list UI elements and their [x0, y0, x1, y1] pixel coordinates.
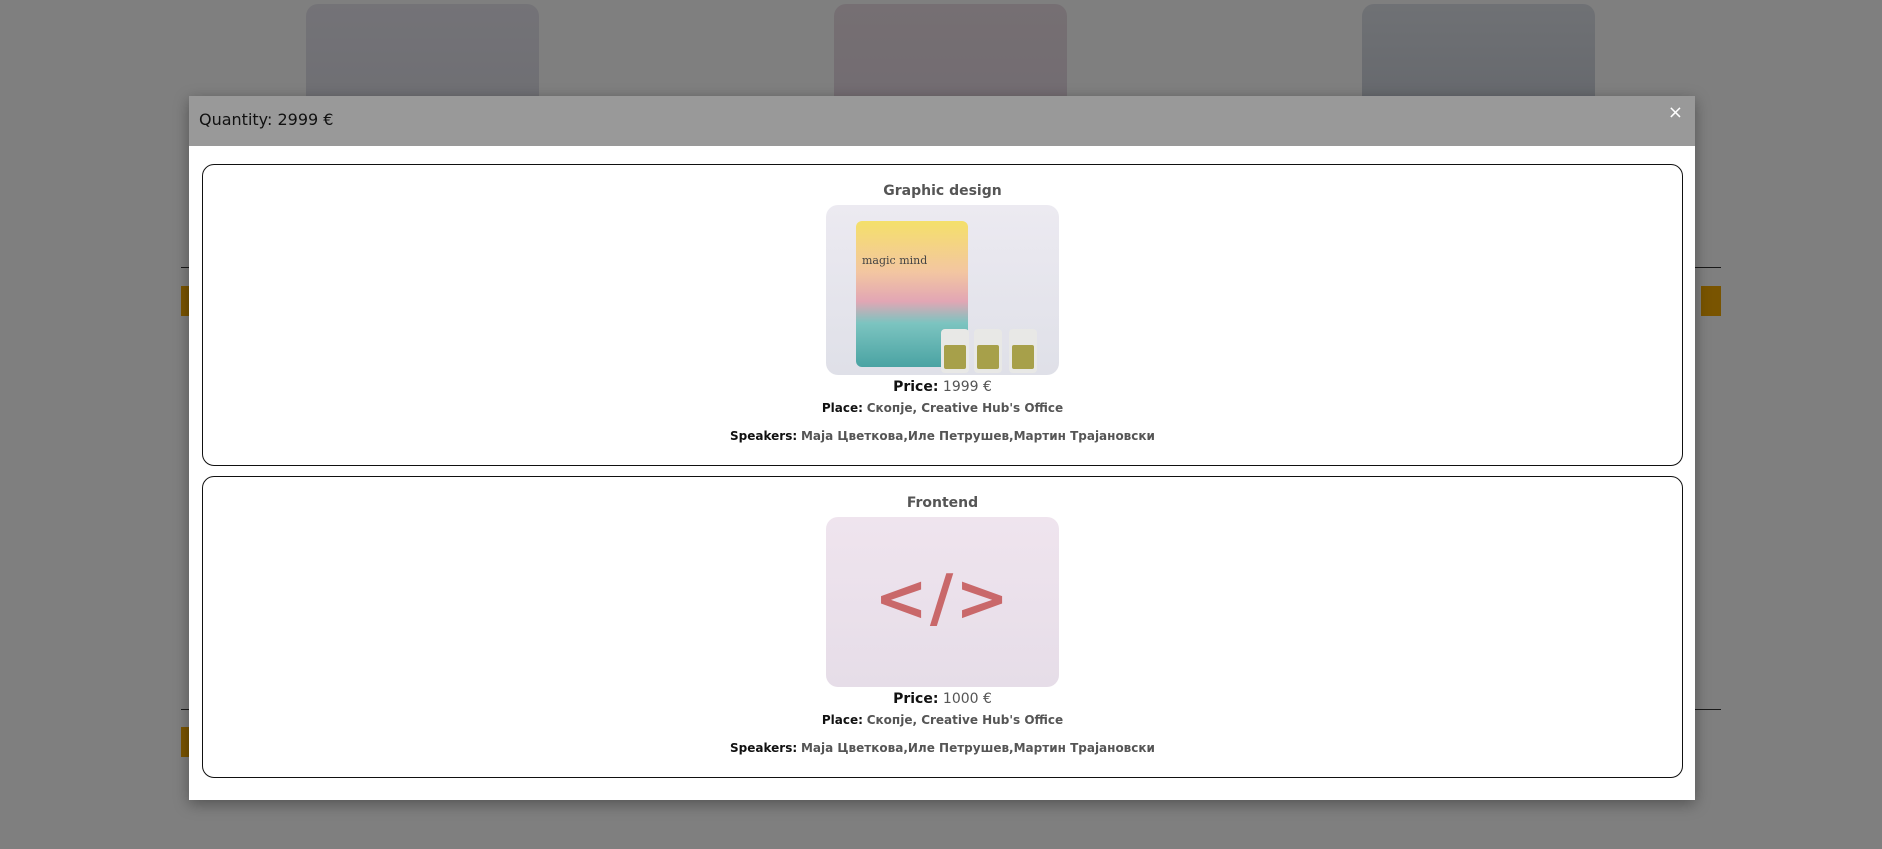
- item-place: Place: Скопје, Creative Hub's Office: [203, 401, 1682, 415]
- item-speakers: Speakers: Маја Цветкова,Иле Петрушев,Мар…: [203, 741, 1682, 755]
- price-label: Price:: [893, 379, 939, 395]
- place-label: Place:: [821, 713, 863, 727]
- speakers-label: Speakers:: [730, 741, 798, 755]
- modal-header: Quantity: 2999 € ×: [189, 96, 1695, 146]
- item-price: Price: 1000 €: [203, 691, 1682, 707]
- close-icon[interactable]: ×: [1668, 104, 1683, 122]
- speakers-value: Маја Цветкова,Иле Петрушев,Мартин Трајан…: [800, 741, 1155, 755]
- cart-item: Graphic design magic mind Price: 1999 € …: [202, 164, 1683, 466]
- speakers-label: Speakers:: [730, 429, 798, 443]
- jar-graphic: [1009, 329, 1037, 373]
- item-title: Frontend: [906, 495, 979, 511]
- place-value: Скопје, Creative Hub's Office: [866, 713, 1064, 727]
- place-label: Place:: [821, 401, 863, 415]
- item-title: Graphic design: [883, 183, 1002, 199]
- speakers-value: Маја Цветкова,Иле Петрушев,Мартин Трајан…: [800, 429, 1155, 443]
- price-label: Price:: [893, 691, 939, 707]
- cart-item: Frontend </> Price: 1000 € Place: Скопје…: [202, 476, 1683, 778]
- modal-title: Quantity: 2999 €: [199, 110, 334, 129]
- item-place: Place: Скопје, Creative Hub's Office: [203, 713, 1682, 727]
- modal-body: Graphic design magic mind Price: 1999 € …: [189, 146, 1695, 778]
- item-price: Price: 1999 €: [203, 379, 1682, 395]
- item-image: </>: [826, 517, 1059, 687]
- cart-modal: Quantity: 2999 € × Graphic design magic …: [189, 96, 1695, 800]
- jar-graphic: [941, 329, 969, 373]
- item-image: magic mind: [826, 205, 1059, 375]
- price-value: 1999 €: [942, 379, 992, 395]
- price-value: 1000 €: [942, 691, 992, 707]
- item-speakers: Speakers: Маја Цветкова,Иле Петрушев,Мар…: [203, 429, 1682, 443]
- code-icon: </>: [874, 562, 1011, 636]
- jar-graphic: [974, 329, 1002, 373]
- pouch-label: magic mind: [862, 254, 928, 267]
- place-value: Скопје, Creative Hub's Office: [866, 401, 1064, 415]
